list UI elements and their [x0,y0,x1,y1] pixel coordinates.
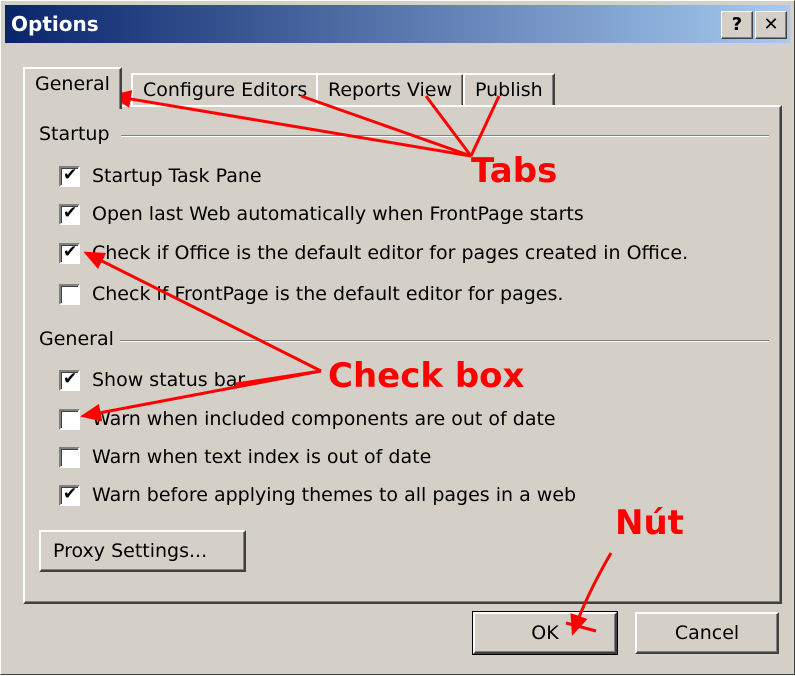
arrow-to-ok-button [570,552,613,636]
tab-general[interactable]: General [23,67,122,109]
arrow-to-unchecked-box [80,369,322,422]
arrow-to-general-tab [110,90,472,158]
options-dialog: Options ? ✕ General Configure Editors Re… [0,0,795,675]
arrow-to-checked-box [83,251,322,373]
